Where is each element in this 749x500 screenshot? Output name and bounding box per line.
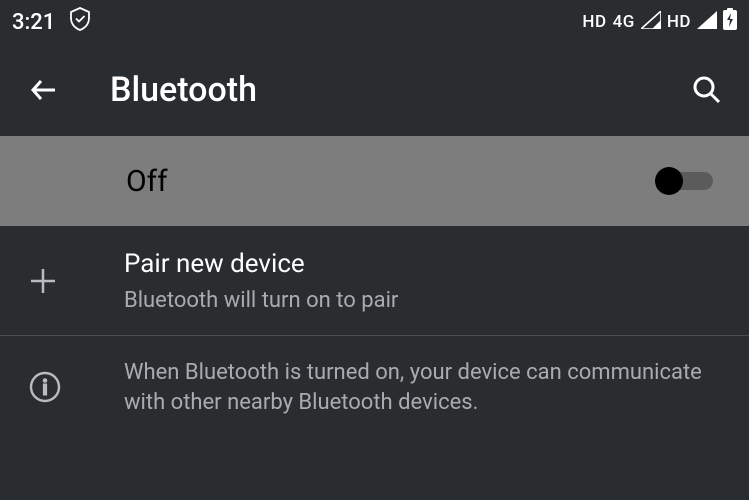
arrow-left-icon (27, 73, 61, 107)
app-bar: Bluetooth (0, 44, 749, 136)
battery-charging-icon (723, 8, 737, 36)
search-button[interactable] (679, 74, 735, 106)
bluetooth-switch[interactable] (659, 167, 713, 195)
search-icon (691, 74, 723, 106)
info-icon (28, 370, 62, 404)
back-button[interactable] (14, 73, 74, 107)
hd-indicator-1: HD (582, 12, 606, 32)
bluetooth-toggle-row[interactable]: Off (0, 136, 749, 226)
bluetooth-info-row: When Bluetooth is turned on, your device… (0, 335, 749, 437)
bluetooth-state-label: Off (126, 164, 659, 199)
signal-icon-1 (641, 10, 661, 35)
bluetooth-info-text: When Bluetooth is turned on, your device… (124, 358, 713, 417)
signal-icon-2 (697, 10, 717, 35)
pair-subtitle: Bluetooth will turn on to pair (124, 286, 713, 316)
network-type: 4G (613, 12, 635, 32)
status-bar: 3:21 HD 4G HD (0, 0, 749, 44)
plus-icon (28, 266, 58, 296)
pair-title: Pair new device (124, 248, 713, 282)
shield-check-icon (69, 7, 91, 37)
status-time: 3:21 (12, 10, 55, 35)
pair-new-device-row[interactable]: Pair new device Bluetooth will turn on t… (0, 226, 749, 335)
hd-indicator-2: HD (667, 12, 691, 32)
page-title: Bluetooth (74, 70, 679, 110)
